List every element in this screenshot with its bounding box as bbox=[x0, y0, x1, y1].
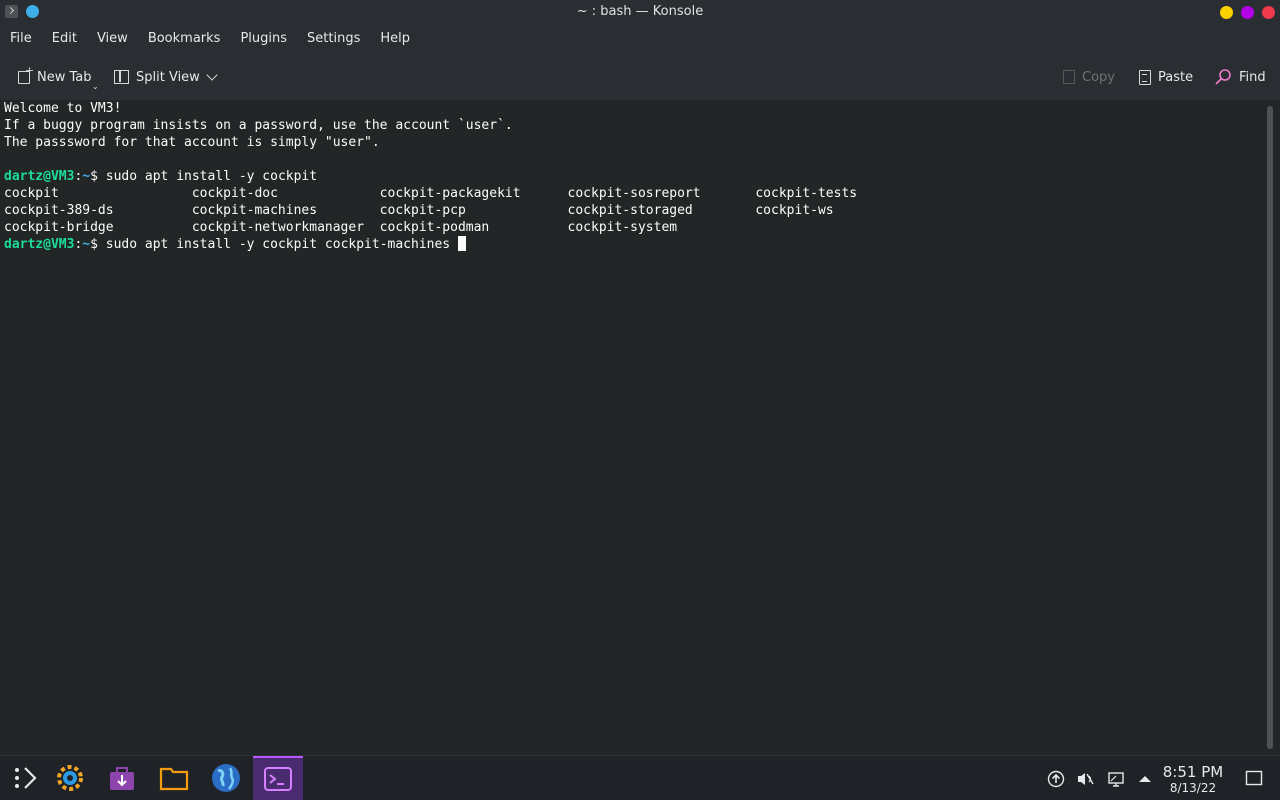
updates-icon[interactable] bbox=[1047, 770, 1065, 788]
prompt-user: dartz@VM3 bbox=[4, 237, 75, 252]
menu-bookmarks[interactable]: Bookmarks bbox=[138, 24, 231, 54]
chevron-down-icon[interactable] bbox=[206, 69, 218, 81]
welcome-line: If a buggy program insists on a password… bbox=[4, 118, 513, 133]
completion-line: cockpit-389-ds cockpit-machines cockpit-… bbox=[4, 203, 834, 218]
web-browser-icon[interactable] bbox=[201, 756, 251, 800]
terminal-view[interactable]: Welcome to VM3! If a buggy program insis… bbox=[0, 100, 1262, 755]
toolbar: New Tab Split View Copy Paste Find bbox=[0, 54, 1280, 100]
file-manager-icon[interactable] bbox=[149, 756, 199, 800]
network-icon[interactable] bbox=[1107, 770, 1125, 788]
split-view-label: Split View bbox=[136, 69, 200, 85]
menu-bar: File Edit View Bookmarks Plugins Setting… bbox=[0, 24, 1280, 54]
prompt-symbol: $ bbox=[90, 169, 98, 184]
menu-edit[interactable]: Edit bbox=[42, 24, 87, 54]
close-icon[interactable] bbox=[1262, 6, 1275, 19]
clock-date[interactable]: 8/13/22 bbox=[1162, 781, 1224, 795]
prompt-symbol: $ bbox=[90, 237, 98, 252]
menu-view[interactable]: View bbox=[87, 24, 138, 54]
text-cursor bbox=[457, 236, 466, 251]
minimize-icon[interactable] bbox=[1220, 6, 1233, 19]
clock-time[interactable]: 8:51 PM bbox=[1162, 763, 1224, 781]
find-button[interactable]: Find bbox=[1214, 66, 1266, 88]
welcome-line: The passsword for that account is simply… bbox=[4, 135, 380, 150]
taskbar: 8:51 PM 8/13/22 bbox=[0, 755, 1280, 800]
new-tab-label: New Tab bbox=[37, 69, 92, 85]
split-view-button[interactable]: Split View bbox=[114, 66, 218, 88]
completion-line: cockpit cockpit-doc cockpit-packagekit c… bbox=[4, 186, 858, 201]
paste-label: Paste bbox=[1158, 69, 1194, 85]
split-view-icon bbox=[114, 70, 129, 84]
paste-icon bbox=[1139, 69, 1151, 85]
window-title: ~ : bash — Konsole bbox=[576, 4, 704, 19]
new-tab-dropdown-icon[interactable]: ⌄ bbox=[92, 82, 99, 91]
show-desktop-icon[interactable] bbox=[1245, 769, 1263, 787]
search-icon bbox=[1215, 69, 1231, 85]
menu-file[interactable]: File bbox=[0, 24, 42, 54]
menu-plugins[interactable]: Plugins bbox=[230, 24, 297, 54]
prompt-user: dartz@VM3 bbox=[4, 169, 75, 184]
command-input[interactable]: sudo apt install -y cockpit cockpit-mach… bbox=[98, 237, 458, 252]
menu-help[interactable]: Help bbox=[370, 24, 420, 54]
maximize-icon[interactable] bbox=[1241, 6, 1254, 19]
new-tab-button[interactable]: New Tab bbox=[18, 64, 92, 88]
expand-tray-icon[interactable] bbox=[1136, 770, 1154, 788]
konsole-icon[interactable] bbox=[253, 756, 303, 800]
copy-icon bbox=[1063, 70, 1075, 84]
current-command-line: dartz@VM3:~$ sudo apt install -y cockpit… bbox=[4, 236, 1258, 253]
terminal-scrollbar[interactable] bbox=[1262, 100, 1280, 755]
system-settings-icon[interactable] bbox=[45, 756, 95, 800]
application-launcher-icon[interactable] bbox=[0, 756, 50, 800]
scrollbar-thumb[interactable] bbox=[1267, 106, 1273, 749]
command-line: dartz@VM3:~$ sudo apt install -y cockpit bbox=[4, 169, 318, 184]
new-tab-icon bbox=[18, 64, 34, 84]
paste-button[interactable]: Paste bbox=[1139, 66, 1193, 88]
copy-label: Copy bbox=[1082, 69, 1115, 85]
prompt-path: ~ bbox=[82, 169, 91, 184]
command-text: sudo apt install -y cockpit bbox=[97, 169, 318, 184]
find-label: Find bbox=[1239, 69, 1266, 85]
copy-button[interactable]: Copy bbox=[1063, 66, 1115, 88]
volume-muted-icon[interactable] bbox=[1076, 770, 1094, 788]
completion-line: cockpit-bridge cockpit-networkmanager co… bbox=[4, 220, 678, 235]
title-bar: ~ : bash — Konsole bbox=[0, 0, 1280, 24]
menu-settings[interactable]: Settings bbox=[297, 24, 370, 54]
welcome-line: Welcome to VM3! bbox=[4, 101, 122, 116]
discover-icon[interactable] bbox=[97, 756, 147, 800]
prompt-path: ~ bbox=[82, 237, 91, 252]
